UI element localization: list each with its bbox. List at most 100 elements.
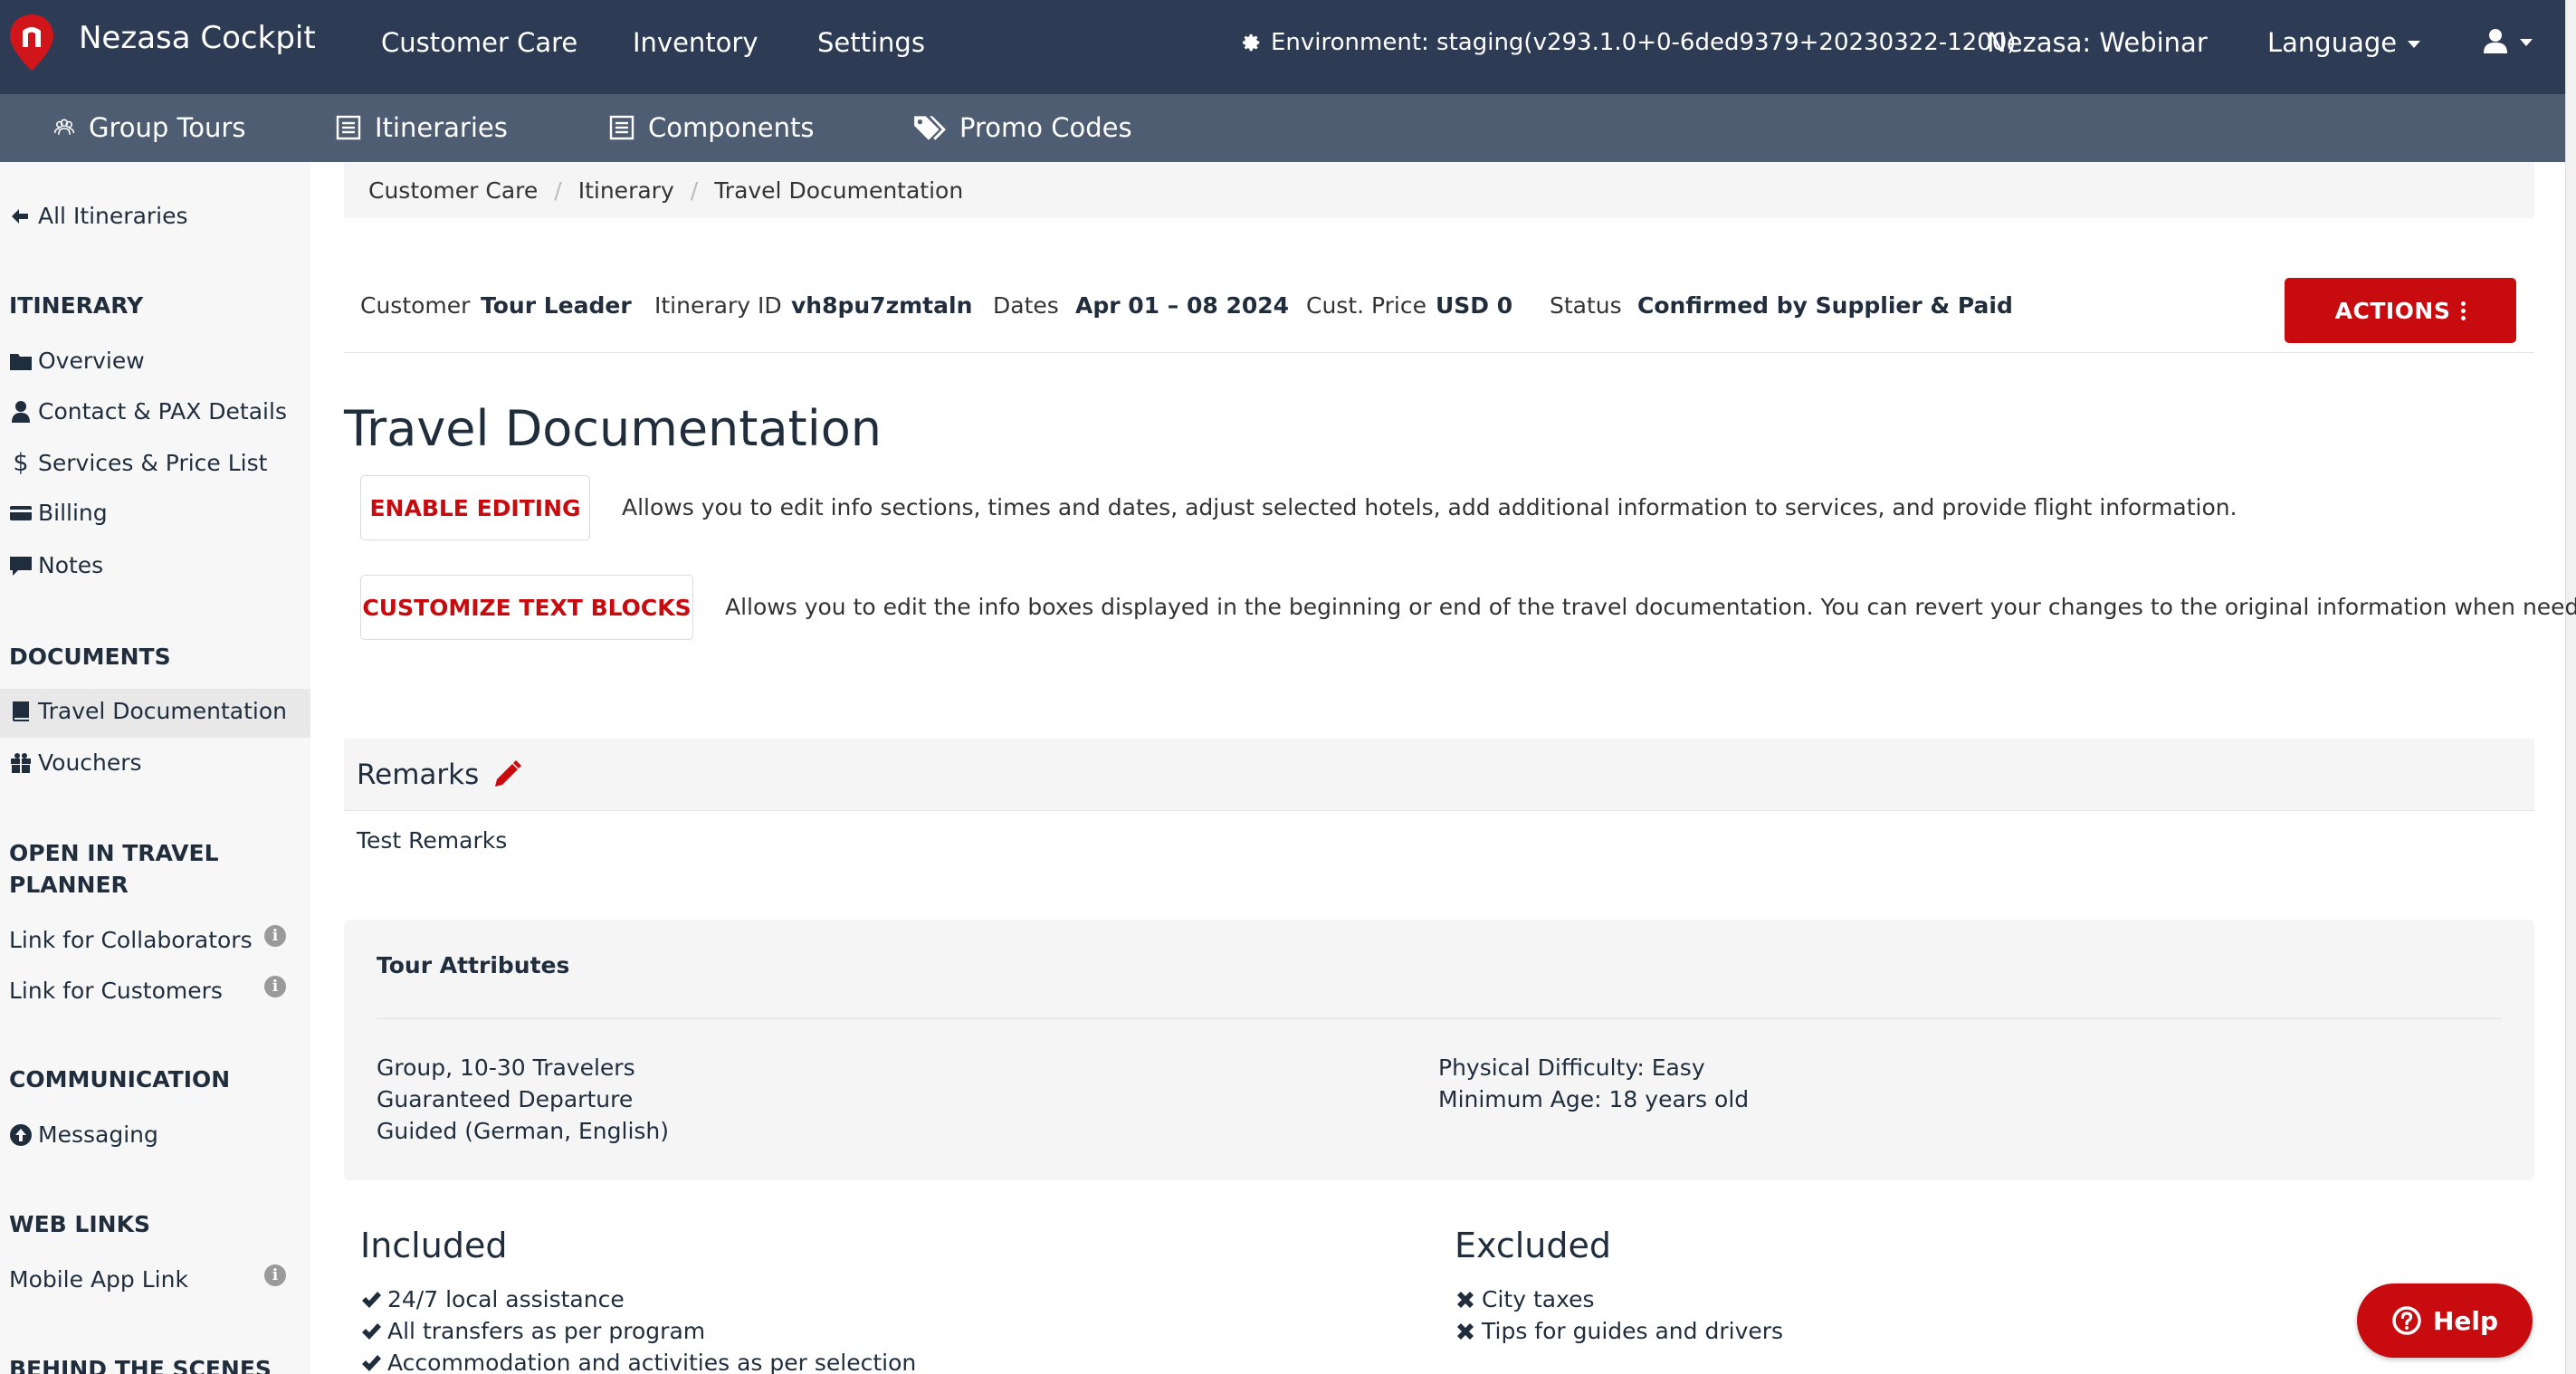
included-item: 24/7 local assistance (387, 1286, 625, 1312)
sidebar-heading-documents: DOCUMENTS (9, 644, 171, 670)
help-label: Help (2432, 1305, 2499, 1336)
tour-attribute: Guided (German, English) (377, 1118, 670, 1144)
close-icon (1457, 1322, 1474, 1340)
dates-value: Apr 01 – 08 2024 (1075, 292, 1290, 319)
tour-attributes-left: Group, 10-30 Travelers Guaranteed Depart… (377, 1052, 669, 1147)
list-icon (336, 115, 361, 140)
back-to-itineraries-link[interactable]: All Itineraries (9, 203, 188, 229)
subnav-label: Promo Codes (959, 112, 1132, 143)
subnav-label: Itineraries (375, 112, 508, 143)
arrow-left-icon (12, 208, 28, 224)
tour-attribute: Physical Difficulty: Easy (1438, 1054, 1705, 1081)
check-icon (362, 1291, 381, 1308)
sidebar-item-vouchers[interactable]: Vouchers (9, 749, 142, 776)
breadcrumb-itinerary[interactable]: Itinerary (578, 177, 674, 204)
page-title: Travel Documentation (344, 400, 882, 457)
sub-navbar: Group Tours Itineraries Components Promo… (0, 94, 2565, 162)
sidebar-item-messaging[interactable]: Messaging (9, 1121, 158, 1148)
sidebar-item-billing[interactable]: Billing (9, 500, 108, 526)
list-item: City taxes (1455, 1283, 1783, 1315)
nav-settings[interactable]: Settings (817, 27, 925, 58)
sidebar-heading-communication: COMMUNICATION (9, 1066, 231, 1093)
customize-text-blocks-button[interactable]: CUSTOMIZE TEXT BLOCKS (360, 575, 693, 640)
tour-attributes-right: Physical Difficulty: Easy Minimum Age: 1… (1438, 1052, 1749, 1115)
sidebar-item-label: Notes (38, 552, 104, 578)
excluded-item: Tips for guides and drivers (1482, 1318, 1784, 1344)
remarks-header: Remarks (344, 739, 2534, 811)
divider (344, 352, 2534, 353)
sidebar-item-contact[interactable]: Contact & PAX Details (9, 398, 287, 425)
chevron-down-icon (2408, 41, 2421, 48)
enable-editing-button[interactable]: ENABLE EDITING (360, 475, 590, 540)
excluded-item: City taxes (1482, 1286, 1595, 1312)
pencil-icon[interactable] (491, 759, 522, 790)
sidebar: All Itineraries ITINERARY Overview Conta… (0, 162, 310, 1374)
price-label: Cust. Price (1306, 292, 1427, 319)
arrow-circle-up-icon (10, 1123, 32, 1146)
check-icon (362, 1322, 381, 1340)
sidebar-item-services[interactable]: $ Services & Price List (9, 449, 267, 477)
customer-value: Tour Leader (481, 292, 632, 319)
sidebar-item-link-customers[interactable]: Link for Customers (9, 978, 223, 1004)
user-menu[interactable] (2482, 27, 2533, 54)
nezasa-logo-icon[interactable] (7, 13, 56, 72)
tour-attribute: Group, 10-30 Travelers (377, 1054, 635, 1081)
tour-attribute: Minimum Age: 18 years old (1438, 1086, 1750, 1112)
nav-inventory[interactable]: Inventory (633, 27, 758, 58)
info-icon[interactable]: i (264, 925, 286, 947)
breadcrumb-customer-care[interactable]: Customer Care (368, 177, 538, 204)
itinerary-id-label: Itinerary ID (654, 292, 782, 319)
sidebar-item-label: Billing (38, 500, 108, 526)
nav-customer-care[interactable]: Customer Care (381, 27, 577, 58)
info-icon[interactable]: i (264, 1264, 286, 1286)
book-icon (13, 701, 29, 721)
customer-label: Customer (360, 292, 471, 319)
customize-text-blocks-description: Allows you to edit the info boxes displa… (725, 594, 2576, 620)
divider (377, 1018, 2502, 1019)
back-label: All Itineraries (38, 203, 188, 229)
subnav-label: Components (648, 112, 815, 143)
tour-attributes-title: Tour Attributes (377, 952, 570, 978)
dollar-icon: $ (13, 449, 29, 477)
page-scrollbar[interactable] (2565, 0, 2576, 1374)
brand-name[interactable]: Nezasa Cockpit (79, 20, 316, 56)
sidebar-item-travel-documentation[interactable]: Travel Documentation (9, 698, 287, 724)
actions-button[interactable]: ACTIONS (2285, 278, 2516, 343)
actions-label: ACTIONS (2334, 297, 2451, 324)
breadcrumb: Customer Care / Itinerary / Travel Docum… (344, 162, 2534, 218)
included-list: 24/7 local assistance All transfers as p… (360, 1283, 916, 1374)
included-title: Included (360, 1226, 508, 1265)
subnav-group-tours[interactable]: Group Tours (52, 112, 245, 143)
comment-icon (10, 556, 32, 576)
close-icon (1457, 1291, 1474, 1308)
help-button[interactable]: Help (2357, 1283, 2533, 1358)
gift-icon (11, 752, 31, 773)
sidebar-item-link-collaborators[interactable]: Link for Collaborators (9, 927, 253, 953)
sidebar-item-label: Contact & PAX Details (38, 398, 287, 425)
account-name[interactable]: Nezasa: Webinar (1987, 27, 2208, 58)
sidebar-item-overview[interactable]: Overview (9, 348, 145, 374)
breadcrumb-current: Travel Documentation (714, 177, 964, 204)
excluded-title: Excluded (1455, 1226, 1611, 1265)
account-label: Nezasa: Webinar (1987, 27, 2208, 58)
list-item: Tips for guides and drivers (1455, 1315, 1783, 1347)
sidebar-item-label: Overview (38, 348, 145, 374)
included-item: All transfers as per program (387, 1318, 706, 1344)
subnav-label: Group Tours (89, 112, 246, 143)
subnav-itineraries[interactable]: Itineraries (335, 112, 508, 143)
sidebar-item-notes[interactable]: Notes (9, 552, 103, 578)
info-icon[interactable]: i (264, 976, 286, 997)
sidebar-item-mobile-app-link[interactable]: Mobile App Link (9, 1266, 188, 1293)
gear-icon (1242, 33, 1260, 52)
subnav-components[interactable]: Components (608, 112, 814, 143)
itinerary-id-value: vh8pu7zmtaln (791, 292, 973, 319)
status-value: Confirmed by Supplier & Paid (1637, 292, 2013, 319)
list-item: 24/7 local assistance (360, 1283, 916, 1315)
price-value: USD 0 (1436, 292, 1513, 319)
enable-editing-description: Allows you to edit info sections, times … (622, 494, 2237, 520)
breadcrumb-separator: / (690, 177, 699, 204)
sidebar-heading-itinerary: ITINERARY (9, 292, 144, 319)
language-dropdown[interactable]: Language (2267, 27, 2421, 58)
credit-card-icon (10, 505, 32, 520)
subnav-promo-codes[interactable]: Promo Codes (912, 112, 1132, 143)
